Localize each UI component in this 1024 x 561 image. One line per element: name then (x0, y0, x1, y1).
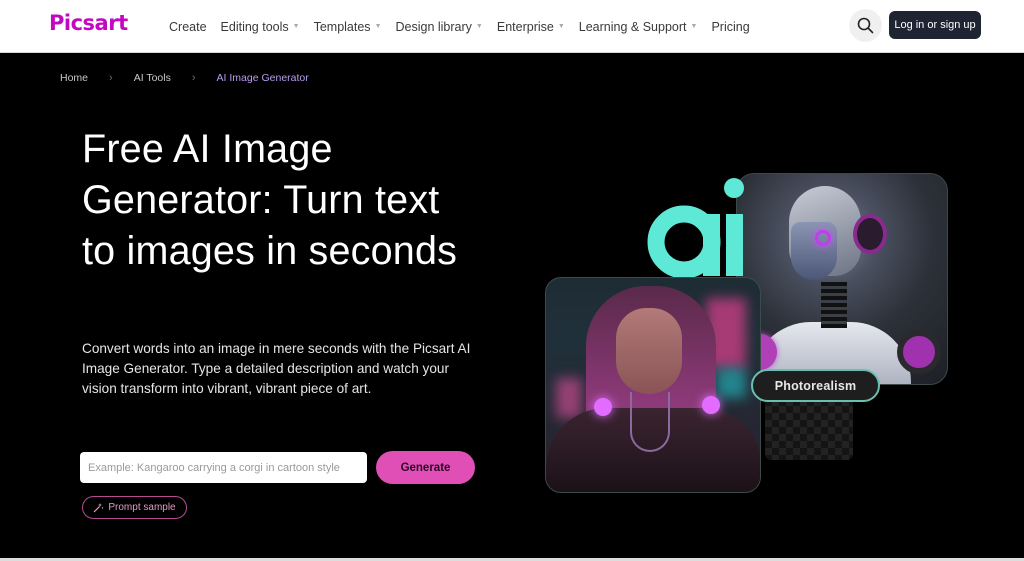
nav-label: Learning & Support (578, 19, 687, 34)
hero-description: Convert words into an image in mere seco… (82, 341, 471, 396)
chevron-down-icon: ▼ (374, 23, 382, 30)
robot-shoulder (897, 330, 941, 374)
nav-item-learning-support[interactable]: Learning & Support ▼ (579, 20, 698, 34)
robot-face (791, 222, 837, 280)
chevron-down-icon: ▼ (475, 23, 483, 30)
login-signup-button[interactable]: Log in or sign up (889, 11, 981, 39)
picsart-logo[interactable]: Picsart (49, 11, 128, 35)
breadcrumb-current: AI Image Generator (216, 72, 309, 84)
breadcrumb-ai-tools[interactable]: AI Tools (134, 72, 171, 84)
search-icon (857, 17, 874, 34)
robot-neck (821, 282, 847, 328)
nav-item-create[interactable]: Create (169, 20, 207, 34)
robot-sample-image (736, 173, 948, 385)
bokeh-light (556, 378, 582, 418)
prompt-sample-label: Prompt sample (108, 502, 176, 513)
nav-label: Create (169, 19, 207, 34)
prompt-sample-button[interactable]: Prompt sample (82, 496, 187, 519)
search-button[interactable] (849, 9, 882, 42)
chevron-right-icon: › (109, 72, 113, 84)
ai-logo-mark (647, 178, 744, 279)
robot-eye (815, 230, 831, 246)
nav-label: Templates (313, 19, 371, 34)
necklace (630, 392, 670, 452)
prompt-input[interactable] (80, 452, 367, 483)
breadcrumb-home[interactable]: Home (60, 72, 88, 84)
hero-artwork: Photorealism (540, 170, 960, 500)
magic-wand-icon (93, 503, 104, 513)
nav-item-enterprise[interactable]: Enterprise ▼ (497, 20, 565, 34)
nav-label: Enterprise (496, 19, 554, 34)
chevron-down-icon: ▼ (292, 23, 300, 30)
glow-light (702, 396, 720, 414)
breadcrumb: Home › AI Tools › AI Image Generator (60, 72, 309, 84)
bokeh-light (716, 368, 746, 398)
nav-item-editing-tools[interactable]: Editing tools ▼ (221, 20, 300, 34)
chevron-right-icon: › (191, 72, 196, 84)
page-title: Free AI Image Generator: Turn text to im… (82, 127, 458, 273)
nav-item-pricing[interactable]: Pricing (711, 20, 749, 34)
face (616, 308, 682, 394)
woman-sample-image (545, 277, 761, 493)
main-nav: Create Editing tools ▼ Templates ▼ Design … (169, 0, 764, 53)
nav-label: Design library (395, 19, 472, 34)
nav-item-design-library[interactable]: Design library ▼ (396, 20, 483, 34)
top-navigation-bar: Picsart Create Editing tools ▼ Templates ▼… (0, 0, 1024, 53)
generate-button[interactable]: Generate (376, 451, 475, 484)
nav-label: Editing tools (220, 19, 289, 34)
glow-light (594, 398, 612, 416)
style-badge: Photorealism (751, 369, 880, 402)
chevron-down-icon: ▼ (557, 23, 565, 30)
nav-item-templates[interactable]: Templates ▼ (314, 20, 382, 34)
chevron-down-icon: ▼ (690, 23, 698, 30)
robot-headphone (853, 214, 887, 254)
nav-label: Pricing (711, 19, 750, 34)
